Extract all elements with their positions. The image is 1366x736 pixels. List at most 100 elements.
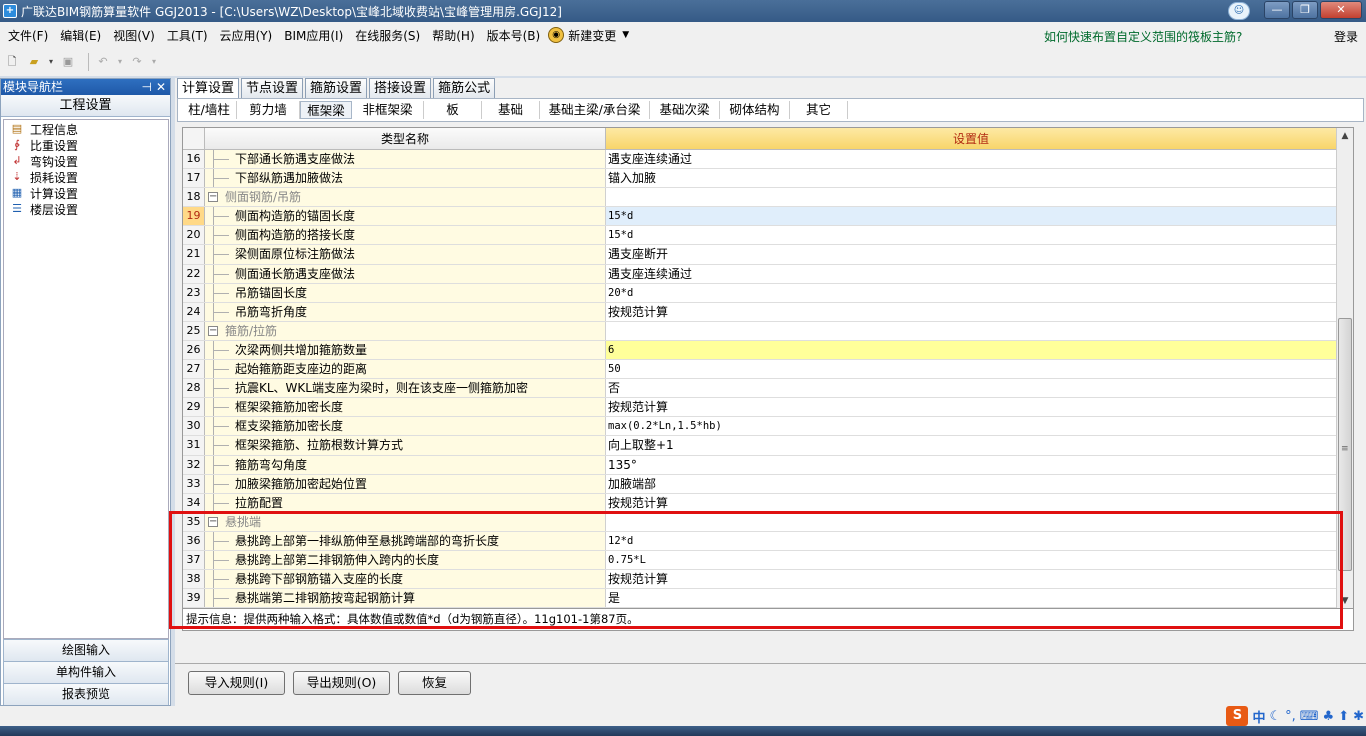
collapse-icon[interactable]: − (208, 516, 218, 527)
subtab-non-frame-beam[interactable]: 非框架梁 (352, 101, 424, 119)
grid-row[interactable]: 33 加腋梁箍筋加密起始位置 加腋端部 (183, 474, 1336, 494)
grid-row[interactable]: 32 箍筋弯勾角度 135° (183, 455, 1336, 475)
subtab-other[interactable]: 其它 (790, 101, 848, 119)
subtab-masonry[interactable]: 砌体结构 (720, 101, 790, 119)
subtab-foundation[interactable]: 基础 (482, 101, 540, 119)
punctuation-icon[interactable]: °, (1285, 709, 1296, 724)
collapse-icon[interactable]: − (208, 325, 218, 336)
row-setting-value[interactable]: 锚入加腋 (606, 169, 1336, 188)
dropdown-arrow-icon[interactable]: ▾ (48, 54, 54, 70)
grid-row[interactable]: 39 悬挑端第二排钢筋按弯起钢筋计算 是 (183, 589, 1336, 609)
tab-stirrup-formula[interactable]: 箍筋公式 (433, 78, 496, 98)
grid-row[interactable]: 17 下部纵筋遇加腋做法 锚入加腋 (183, 169, 1336, 189)
import-rules-button[interactable]: 导入规则(I) (188, 671, 285, 695)
close-icon[interactable]: ✕ (156, 79, 166, 95)
row-setting-value[interactable]: 20*d (606, 283, 1336, 302)
grid-row[interactable]: 20 侧面构造筋的搭接长度 15*d (183, 226, 1336, 246)
row-setting-value[interactable] (606, 512, 1336, 531)
grid-row[interactable]: 30 框支梁箍筋加密长度 max(0.2*Ln,1.5*hb) (183, 417, 1336, 437)
grid-row[interactable]: 38 悬挑跨下部钢筋锚入支座的长度 按规范计算 (183, 570, 1336, 590)
row-setting-value[interactable]: 6 (606, 340, 1336, 360)
drawing-input-button[interactable]: 绘图输入 (3, 639, 169, 661)
subtab-foundation-secondary-beam[interactable]: 基础次梁 (650, 101, 720, 119)
moon-icon[interactable]: ☾ (1269, 709, 1281, 724)
row-setting-value[interactable] (606, 188, 1336, 207)
grid-row[interactable]: 26 次梁两侧共增加箍筋数量 6 (183, 340, 1336, 361)
subtab-column[interactable]: 柱/墙柱 (182, 101, 237, 119)
menu-edit[interactable]: 编辑(E) (56, 27, 105, 44)
menu-online[interactable]: 在线服务(S) (351, 27, 424, 44)
ime-language[interactable]: 中 (1252, 707, 1265, 726)
tree-item-weight[interactable]: ∲ 比重设置 (4, 137, 168, 153)
row-setting-value[interactable]: 15*d (606, 207, 1336, 226)
grid-group-row[interactable]: 25− 箍筋/拉筋 (183, 321, 1336, 341)
tools-icon[interactable]: ✱ (1353, 709, 1364, 724)
redo-dropdown-icon[interactable]: ▾ (151, 54, 157, 70)
undo-icon[interactable]: ↶ (95, 54, 111, 70)
grid-row[interactable]: 16 下部通长筋遇支座做法 遇支座连续通过 (183, 150, 1336, 170)
menu-tools[interactable]: 工具(T) (163, 27, 212, 44)
tab-calc-settings[interactable]: 计算设置 (177, 78, 240, 98)
grid-row[interactable]: 31 框架梁箍筋、拉筋根数计算方式 向上取整+1 (183, 436, 1336, 456)
login-link[interactable]: 登录 (1334, 28, 1358, 45)
menu-bim[interactable]: BIM应用(I) (280, 27, 347, 44)
minimize-button[interactable]: — (1264, 1, 1290, 19)
tree-item-project-info[interactable]: ▤ 工程信息 (4, 121, 168, 137)
grid-row[interactable]: 29 框架梁箍筋加密长度 按规范计算 (183, 398, 1336, 418)
assistant-icon[interactable]: ☺ (1228, 2, 1250, 20)
row-setting-value[interactable]: max(0.2*Ln,1.5*hb) (606, 417, 1336, 436)
new-change-menu[interactable]: ◉ 新建变更 ▼ (548, 27, 629, 44)
grid-row[interactable]: 19 侧面构造筋的锚固长度 15*d (183, 207, 1336, 227)
grid-row[interactable]: 36 悬挑跨上部第一排纵筋伸至悬挑跨端部的弯折长度 12*d (183, 531, 1336, 551)
menu-file[interactable]: 文件(F) (4, 27, 52, 44)
row-setting-value[interactable]: 否 (606, 379, 1336, 398)
undo-dropdown-icon[interactable]: ▾ (117, 54, 123, 70)
collapse-icon[interactable]: − (208, 192, 218, 203)
grid-row[interactable]: 28 抗震KL、WKL端支座为梁时，则在该支座一侧箍筋加密 否 (183, 379, 1336, 399)
keyboard-icon[interactable]: ⌨ (1300, 709, 1319, 724)
grid-row[interactable]: 37 悬挑跨上部第二排钢筋伸入跨内的长度 0.75*L (183, 550, 1336, 571)
row-setting-value[interactable]: 按规范计算 (606, 493, 1336, 512)
single-component-input-button[interactable]: 单构件输入 (3, 661, 169, 683)
row-setting-value[interactable] (606, 321, 1336, 340)
row-setting-value[interactable]: 按规范计算 (606, 570, 1336, 589)
menu-view[interactable]: 视图(V) (109, 27, 159, 44)
row-setting-value[interactable]: 是 (606, 589, 1336, 608)
maximize-button[interactable]: ❐ (1292, 1, 1318, 19)
skin-icon[interactable]: ♣ (1323, 709, 1335, 724)
menu-help[interactable]: 帮助(H) (428, 27, 478, 44)
help-link[interactable]: 如何快速布置自定义范围的筏板主筋? (1044, 28, 1242, 45)
row-setting-value[interactable]: 按规范计算 (606, 302, 1336, 321)
pin-icon[interactable]: ⊣ (142, 79, 152, 95)
section-project-settings[interactable]: 工程设置 (1, 95, 170, 117)
menu-cloud[interactable]: 云应用(Y) (216, 27, 277, 44)
tree-item-floor[interactable]: ☰ 楼层设置 (4, 201, 168, 217)
row-setting-value[interactable]: 50 (606, 360, 1336, 379)
save-icon[interactable]: ▣ (60, 54, 76, 70)
grid-row[interactable]: 22 侧面通长筋遇支座做法 遇支座连续通过 (183, 264, 1336, 284)
row-setting-value[interactable]: 12*d (606, 531, 1336, 550)
tree-item-calc[interactable]: ▦ 计算设置 (4, 185, 168, 201)
subtab-frame-beam[interactable]: 框架梁 (300, 101, 352, 119)
restore-button[interactable]: 恢复 (398, 671, 471, 695)
row-setting-value[interactable]: 向上取整+1 (606, 436, 1336, 455)
tab-lap-settings[interactable]: 搭接设置 (369, 78, 432, 98)
app-icon[interactable]: + (3, 4, 17, 18)
subtab-foundation-main-beam[interactable]: 基础主梁/承台梁 (540, 101, 650, 119)
row-setting-value[interactable]: 15*d (606, 226, 1336, 245)
grid-row[interactable]: 24 吊筋弯折角度 按规范计算 (183, 302, 1336, 322)
row-setting-value[interactable]: 遇支座断开 (606, 245, 1336, 264)
vertical-scrollbar[interactable]: ▲ ≡ ▼ (1336, 128, 1353, 609)
subtab-slab[interactable]: 板 (424, 101, 482, 119)
new-file-icon[interactable]: 🗋 (4, 54, 20, 70)
close-button[interactable]: ✕ (1320, 1, 1362, 19)
export-rules-button[interactable]: 导出规则(O) (293, 671, 390, 695)
tree-item-hook[interactable]: ↲ 弯钩设置 (4, 153, 168, 169)
tree-item-loss[interactable]: ⇣ 损耗设置 (4, 169, 168, 185)
scroll-up-icon[interactable]: ▲ (1337, 128, 1353, 144)
menu-version[interactable]: 版本号(B) (483, 27, 545, 44)
grid-row[interactable]: 27 起始箍筋距支座边的距离 50 (183, 360, 1336, 380)
redo-icon[interactable]: ↷ (129, 54, 145, 70)
row-setting-value[interactable]: 加腋端部 (606, 474, 1336, 493)
subtab-shear-wall[interactable]: 剪力墙 (237, 101, 300, 119)
